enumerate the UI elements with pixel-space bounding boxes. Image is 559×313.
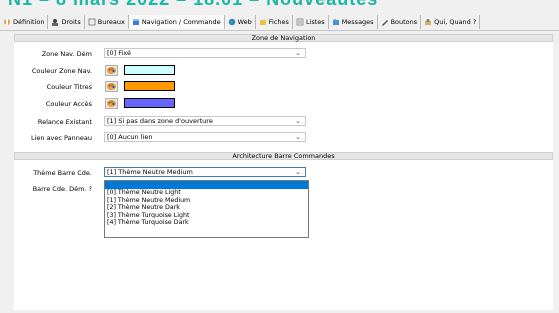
section-architecture: Architecture Barre Commandes — [14, 152, 553, 160]
couleur-acces-label: Couleur Accès — [45, 100, 92, 108]
color-picker-button[interactable] — [105, 98, 118, 109]
tab-fiches-label: Fiches — [268, 18, 289, 26]
messages-icon — [332, 19, 339, 25]
couleur-zone-label: Couleur Zone Nav. — [31, 67, 92, 75]
tab-navigation-label: Navigation / Commande — [141, 18, 221, 26]
color-picker-button[interactable] — [105, 81, 118, 92]
barre-dem-label: Barre Cde. Dém. ? — [32, 185, 92, 193]
tab-listes[interactable]: Listes — [293, 15, 329, 29]
tab-fiches[interactable]: Fiches — [256, 15, 293, 29]
tab-web-label: Web — [237, 18, 252, 26]
dropdown-highlight[interactable] — [105, 181, 308, 189]
chevron-down-icon: ⌄ — [295, 49, 301, 57]
theme-label: Thème Barre Cde. — [33, 169, 92, 177]
tab-messages-label: Messages — [341, 18, 374, 26]
zone-nav-label: Zone Nav. Dém — [41, 50, 92, 58]
palette-icon — [107, 83, 116, 90]
chevron-down-icon: ⌄ — [295, 117, 301, 125]
tab-definition[interactable]: Définition — [0, 15, 49, 29]
tab-web[interactable]: Web — [225, 15, 256, 29]
tab-bureaux-label: Bureaux — [97, 18, 125, 26]
tab-messages[interactable]: Messages — [329, 15, 378, 29]
relance-value: [1] Si pas dans zone d'ouverture — [107, 117, 213, 125]
tab-droits[interactable]: Droits — [48, 15, 85, 29]
tab-bar: Définition Droits Bureaux Navigation / C… — [0, 14, 559, 31]
top-banner: N1 – 8 mars 2022 – 18.01 – Nouveautés — [0, 0, 559, 8]
settings-panel: Zone de Navigation Zone Nav. Dém [0] Fix… — [14, 34, 553, 310]
tab-boutons-label: Boutons — [390, 18, 418, 26]
dropdown-option[interactable]: [4] Thème Turquoise Dark — [105, 219, 308, 227]
palette-icon — [107, 67, 116, 74]
tab-boutons[interactable]: Boutons — [378, 15, 422, 29]
zone-nav-value: [0] Fixé — [107, 49, 131, 57]
banner-text: N1 – 8 mars 2022 – 18.01 – Nouveautés — [8, 0, 378, 8]
qui-quand-icon — [425, 19, 432, 25]
lien-value: [0] Aucun lien — [107, 133, 153, 141]
tab-listes-label: Listes — [305, 18, 325, 26]
palette-icon — [107, 100, 116, 107]
couleur-titres-swatch[interactable] — [124, 81, 175, 91]
tab-qui-quand-label: Qui, Quand ? — [434, 18, 477, 26]
definition-icon — [4, 19, 10, 25]
section-zone-navigation: Zone de Navigation — [14, 34, 553, 42]
tab-definition-label: Définition — [13, 18, 45, 26]
theme-value: [1] Thème Neutre Medium — [107, 168, 193, 176]
navigation-icon — [132, 19, 139, 25]
web-icon — [228, 18, 235, 26]
listes-icon — [296, 18, 304, 26]
boutons-icon — [381, 20, 388, 26]
fiches-icon — [259, 20, 266, 25]
droits-icon — [52, 19, 59, 26]
color-picker-button[interactable] — [105, 65, 118, 76]
chevron-down-icon: ⌄ — [295, 168, 301, 176]
dropdown-option[interactable]: [2] Thème Neutre Dark — [105, 204, 308, 212]
relance-label: Relance Existant — [37, 118, 92, 126]
dropdown-option[interactable]: [0] Thème Neutre Light — [105, 189, 308, 197]
chevron-down-icon: ⌄ — [295, 133, 301, 141]
lien-label: Lien avec Panneau — [30, 134, 92, 142]
couleur-zone-swatch[interactable] — [124, 65, 175, 75]
theme-select[interactable]: [1] Thème Neutre Medium ⌄ — [104, 167, 306, 177]
tab-bureaux[interactable]: Bureaux — [85, 15, 129, 29]
bureaux-icon — [88, 18, 96, 26]
tab-droits-label: Droits — [61, 18, 81, 26]
tab-navigation[interactable]: Navigation / Commande — [128, 15, 225, 29]
zone-nav-select[interactable]: [0] Fixé ⌄ — [104, 48, 306, 58]
relance-select[interactable]: [1] Si pas dans zone d'ouverture ⌄ — [104, 116, 306, 126]
lien-select[interactable]: [0] Aucun lien ⌄ — [104, 132, 306, 142]
theme-dropdown-list[interactable]: [0] Thème Neutre Light [1] Thème Neutre … — [104, 180, 309, 238]
couleur-acces-swatch[interactable] — [124, 98, 175, 108]
couleur-titres-label: Couleur Titres — [46, 83, 92, 91]
tab-qui-quand[interactable]: Qui, Quand ? — [421, 15, 481, 29]
